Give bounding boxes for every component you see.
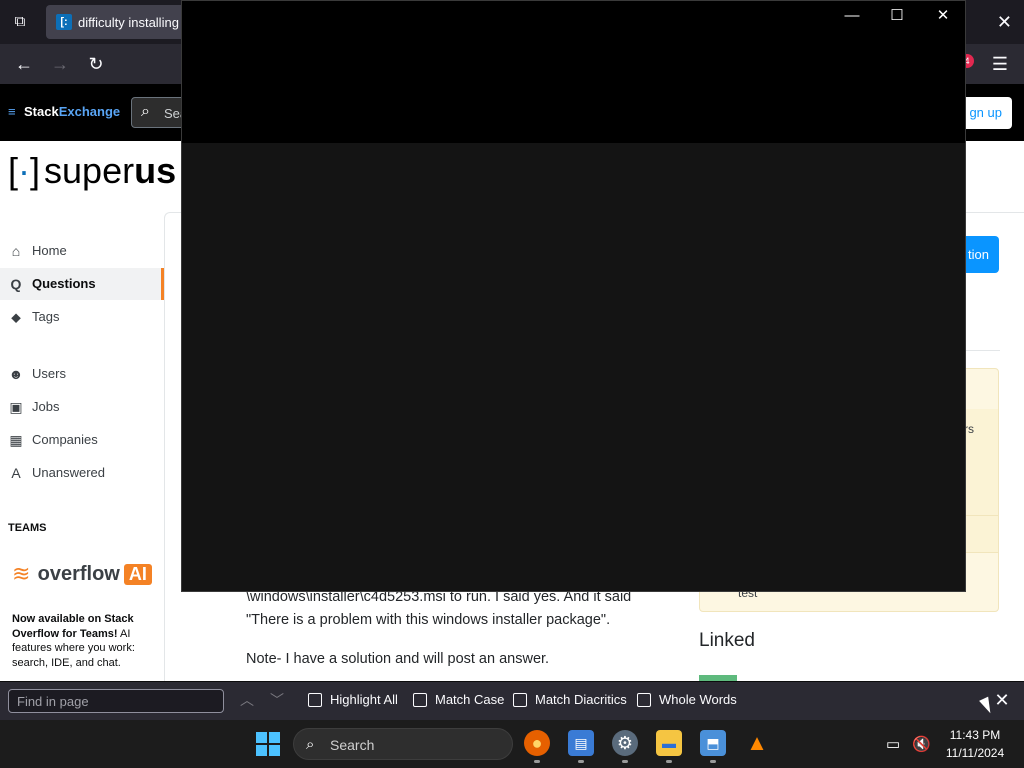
superuser-bracket-icon: [·]	[8, 150, 41, 191]
home-icon: ⌂	[11, 243, 21, 259]
minimize-icon[interactable]: —	[837, 5, 867, 27]
option-label: Match Diacritics	[535, 692, 627, 708]
jobs-icon: ▣	[9, 399, 23, 415]
find-previous-icon[interactable]: ︿	[238, 691, 256, 709]
browser-close-icon[interactable]: ✕	[997, 11, 1012, 33]
close-icon[interactable]: ✕	[928, 5, 958, 27]
sidebar-item-label: Tags	[32, 309, 60, 324]
find-input[interactable]	[8, 689, 224, 713]
find-close-icon[interactable]: ✕	[992, 690, 1012, 710]
companies-icon: ▦	[9, 432, 23, 448]
find-bar: ︿ ﹀ Highlight All Match Case Match Diacr…	[0, 681, 1024, 720]
sidebar-item-label: Home	[32, 243, 67, 258]
match-case-checkbox[interactable]: Match Case	[413, 691, 504, 711]
search-icon: ⌕	[306, 736, 315, 753]
option-label: Whole Words	[659, 692, 737, 708]
sidebar-item-label: Jobs	[32, 399, 60, 414]
checkbox-icon	[637, 692, 651, 707]
teams-heading: TEAMS	[8, 522, 47, 534]
stackexchange-menu-icon: ≡	[8, 104, 16, 119]
windows-taskbar: ⌕ Search ● ▤ ⚙ ▬ ⬒ ▲ ▭ 🔇 11:43 PM 11/11/…	[0, 720, 1024, 768]
settings-gear-icon[interactable]: ⚙	[612, 730, 638, 756]
ai-badge: AI	[123, 563, 152, 585]
highlight-all-checkbox[interactable]: Highlight All	[308, 691, 398, 711]
logo-super-text: super	[44, 150, 135, 191]
reload-icon[interactable]: ↻	[84, 52, 108, 76]
question-body-line: "There is a problem with this windows in…	[246, 612, 611, 628]
logo-exchange-text: Exchange	[58, 104, 121, 119]
sidebar-item-users[interactable]: ☻ Users	[0, 358, 164, 390]
superuser-favicon-icon: [:	[56, 14, 72, 30]
running-indicator	[578, 760, 584, 763]
back-icon[interactable]: ←	[12, 52, 36, 76]
sidebar-item-label: Users	[32, 366, 66, 381]
sidebar-item-home[interactable]: ⌂ Home	[0, 235, 164, 267]
question-body-line: Note- I have a solution and will post an…	[246, 651, 550, 667]
sidebar-item-questions[interactable]: Q Questions	[0, 268, 164, 300]
search-icon: ⌕	[141, 103, 150, 120]
overflow-ai-promo: Now available on Stack Overflow for Team…	[12, 612, 152, 670]
sidebar-item-unanswered[interactable]: A Unanswered	[0, 457, 164, 489]
superuser-logo[interactable]: [·] superus	[8, 150, 176, 200]
running-indicator	[534, 760, 540, 763]
logo-user-text: us	[134, 150, 177, 191]
firefox-icon[interactable]: ●	[524, 730, 550, 756]
checkbox-icon	[308, 692, 322, 707]
logo-stack-text: Stack	[24, 104, 59, 119]
sidebar-item-label: Questions	[32, 276, 96, 291]
clock-date[interactable]: 11/11/2024	[940, 746, 1010, 760]
sidebar-item-tags[interactable]: ⬥ Tags	[0, 301, 164, 333]
control-panel-icon[interactable]: ▤	[568, 730, 594, 756]
stackoverflow-logo-icon: ≋	[12, 561, 31, 586]
volume-muted-icon[interactable]: 🔇	[912, 735, 931, 753]
find-next-icon[interactable]: ﹀	[268, 691, 286, 709]
tag-icon: ⬥	[11, 309, 21, 325]
sidebar-item-jobs[interactable]: ▣ Jobs	[0, 391, 164, 423]
sidebar-item-label: Unanswered	[32, 465, 105, 480]
running-indicator	[666, 760, 672, 763]
maximize-icon[interactable]: ☐	[882, 5, 912, 27]
clock-time[interactable]: 11:43 PM	[940, 728, 1010, 742]
app-menu-icon[interactable]: ☰	[988, 52, 1012, 76]
signup-button[interactable]: gn up	[960, 97, 1012, 129]
sidebar-item-companies[interactable]: ▦ Companies	[0, 424, 164, 456]
running-indicator	[622, 760, 628, 763]
linked-heading: Linked	[699, 630, 755, 651]
taskbar-search[interactable]: ⌕ Search	[293, 728, 513, 760]
match-diacritics-checkbox[interactable]: Match Diacritics	[513, 691, 627, 711]
start-icon[interactable]	[256, 732, 280, 756]
option-label: Match Case	[435, 692, 505, 708]
running-indicator	[710, 760, 716, 763]
checkbox-icon	[513, 692, 527, 707]
overlay-titlebar[interactable]: — ☐ ✕	[182, 1, 965, 143]
option-label: Highlight All	[330, 692, 398, 708]
overflow-ai-logo[interactable]: ≋ overflow AI	[12, 562, 152, 590]
installer-icon[interactable]: ⬒	[700, 730, 726, 756]
vlc-icon[interactable]: ▲	[744, 730, 770, 756]
tab-list-icon[interactable]: ⧉	[8, 10, 32, 34]
stackexchange-logo[interactable]: ≡ StackExchange	[8, 104, 120, 119]
forward-icon[interactable]: →	[48, 52, 72, 76]
unanswered-icon: A	[11, 465, 21, 481]
file-explorer-icon[interactable]: ▬	[656, 730, 682, 756]
overflow-ai-text: overflow	[37, 562, 120, 585]
blank-overlay-window[interactable]: — ☐ ✕	[181, 0, 966, 592]
whole-words-checkbox[interactable]: Whole Words	[637, 691, 737, 711]
users-icon: ☻	[8, 366, 24, 382]
questions-icon: Q	[10, 276, 22, 292]
checkbox-icon	[413, 692, 427, 707]
promo-bold: Now available on Stack Overflow for Team…	[12, 613, 134, 640]
taskbar-search-label: Search	[330, 737, 375, 753]
notification-icon[interactable]: ▭	[886, 735, 900, 753]
sidebar-item-label: Companies	[32, 432, 98, 447]
